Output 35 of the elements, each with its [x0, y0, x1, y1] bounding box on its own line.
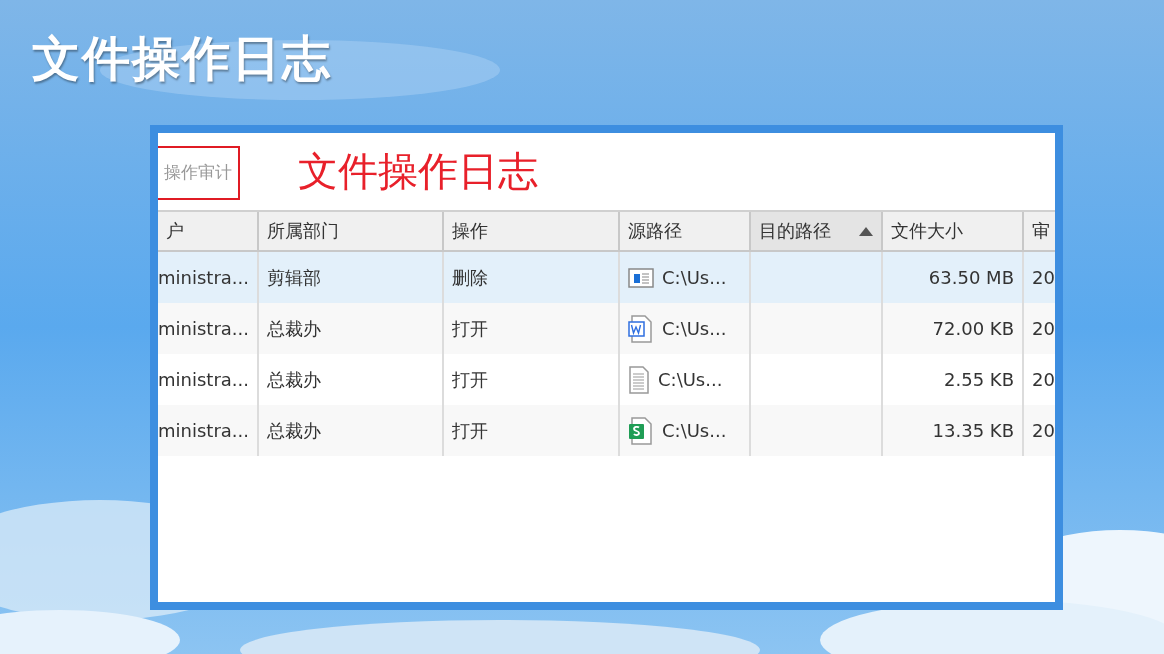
table-cell: 删除	[452, 265, 488, 290]
table-cell: 剪辑部	[267, 265, 321, 290]
table-row[interactable]: ministra... 总裁办 打开 C:\Us... 13.35 KB 20	[158, 405, 1055, 456]
table-cell: 72.00 KB	[932, 318, 1014, 339]
table-cell: 20	[1032, 267, 1055, 288]
table-cell: 20	[1032, 369, 1055, 390]
table-cell: 2.55 KB	[944, 369, 1014, 390]
table-cell: ministra...	[158, 318, 249, 339]
table-cell: 总裁办	[267, 316, 321, 341]
table-cell: 总裁办	[267, 367, 321, 392]
word-document-icon	[628, 313, 654, 344]
table-row[interactable]: ministra... 剪辑部 删除 C:\Us... 63.50 MB 20	[158, 252, 1055, 303]
table-cell: 总裁办	[267, 418, 321, 443]
table-cell: 13.35 KB	[932, 420, 1014, 441]
video-file-icon	[628, 267, 654, 288]
table-cell: 打开	[452, 367, 488, 392]
slide-title: 文件操作日志	[32, 29, 332, 88]
table-cell: C:\Us...	[662, 318, 727, 339]
table-cell: ministra...	[158, 369, 249, 390]
sort-arrow-icon	[859, 226, 873, 236]
table-cell: ministra...	[158, 267, 249, 288]
table-cell: 20	[1032, 318, 1055, 339]
table-cell: C:\Us...	[662, 267, 727, 288]
table-cell: ministra...	[158, 420, 249, 441]
text-document-icon	[628, 364, 650, 395]
table-cell: 打开	[452, 316, 488, 341]
table-cell: 打开	[452, 418, 488, 443]
spreadsheet-icon	[628, 415, 654, 446]
column-header[interactable]: 目的路径	[751, 212, 883, 250]
heading-annotation: 文件操作日志	[298, 147, 538, 196]
table-cell: C:\Us...	[662, 420, 727, 441]
table-cell: 20	[1032, 420, 1055, 441]
table-cell: C:\Us...	[658, 369, 723, 390]
table-row[interactable]: ministra... 总裁办 打开 C:\Us... 72.00 KB 20	[158, 303, 1055, 354]
table-cell: 63.50 MB	[928, 267, 1014, 288]
